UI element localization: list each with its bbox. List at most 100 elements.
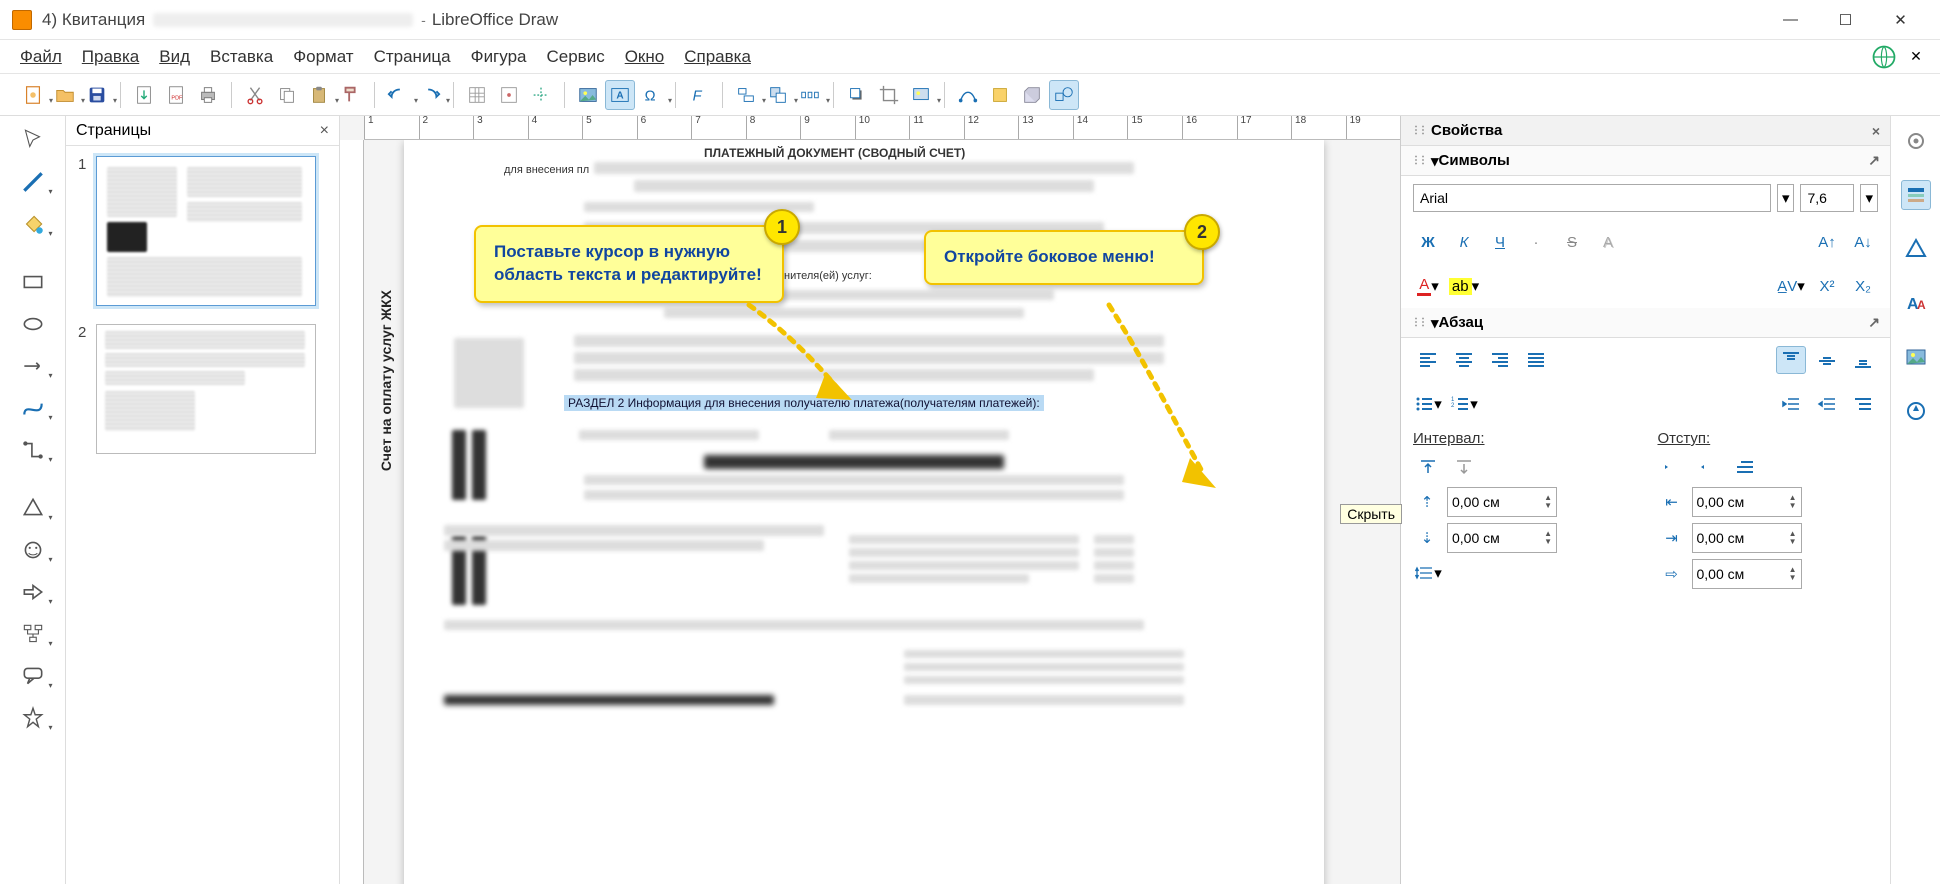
sidebar-gallery-icon[interactable] bbox=[1901, 342, 1931, 372]
underline-button[interactable]: Ч bbox=[1485, 228, 1515, 256]
menu-window[interactable]: Окно bbox=[615, 43, 675, 71]
space-above-dec-button[interactable] bbox=[1449, 453, 1479, 481]
undo-button[interactable]: ▾ bbox=[383, 80, 413, 110]
valign-bottom-button[interactable] bbox=[1848, 346, 1878, 374]
menu-help[interactable]: Справка bbox=[674, 43, 761, 71]
sidebar-shapes-icon[interactable] bbox=[1901, 234, 1931, 264]
bullet-list-button[interactable]: ▾ bbox=[1413, 390, 1443, 418]
indent-inc-button[interactable] bbox=[1658, 453, 1688, 481]
new-button[interactable]: ▾ bbox=[18, 80, 48, 110]
page-thumb-1[interactable]: 1 bbox=[78, 156, 327, 306]
maximize-button[interactable]: ☐ bbox=[1818, 2, 1873, 38]
snap-button[interactable] bbox=[494, 80, 524, 110]
space-above-inc-button[interactable] bbox=[1413, 453, 1443, 481]
paste-button[interactable]: ▾ bbox=[304, 80, 334, 110]
crop-button[interactable] bbox=[874, 80, 904, 110]
filter-button[interactable]: ▾ bbox=[906, 80, 936, 110]
close-button[interactable]: ✕ bbox=[1873, 2, 1928, 38]
chars-more-icon[interactable]: ↗ bbox=[1868, 152, 1880, 169]
callout-tool[interactable]: ▾ bbox=[13, 660, 53, 692]
export-button[interactable] bbox=[129, 80, 159, 110]
align-right-button[interactable] bbox=[1485, 346, 1515, 374]
sidebar-styles-icon[interactable]: AA bbox=[1901, 288, 1931, 318]
shrink-font-button[interactable]: A↓ bbox=[1848, 228, 1878, 256]
gluepoints-button[interactable] bbox=[985, 80, 1015, 110]
chars-header[interactable]: ⋮⋮ ▾ Символы ↗ bbox=[1401, 146, 1890, 176]
curve-tool[interactable]: ▾ bbox=[13, 392, 53, 424]
bold-button[interactable]: Ж bbox=[1413, 228, 1443, 256]
line-spacing-button[interactable]: ▾ bbox=[1413, 559, 1443, 587]
close-doc-icon[interactable]: ✕ bbox=[1902, 43, 1930, 71]
space-above-input[interactable]: 0,00 см▲▼ bbox=[1447, 487, 1557, 517]
arrange-button[interactable]: ▾ bbox=[763, 80, 793, 110]
basic-shapes-tool[interactable]: ▾ bbox=[13, 492, 53, 524]
copy-button[interactable] bbox=[272, 80, 302, 110]
para-more-icon[interactable]: ↗ bbox=[1868, 314, 1880, 331]
grow-font-button[interactable]: A↑ bbox=[1812, 228, 1842, 256]
export-pdf-button[interactable]: PDF bbox=[161, 80, 191, 110]
valign-top-button[interactable] bbox=[1776, 346, 1806, 374]
open-button[interactable]: ▾ bbox=[50, 80, 80, 110]
stars-tool[interactable]: ▾ bbox=[13, 702, 53, 734]
font-size-dropdown-icon[interactable]: ▾ bbox=[1860, 184, 1878, 212]
properties-close-icon[interactable]: × bbox=[1872, 123, 1880, 139]
menu-tools[interactable]: Сервис bbox=[536, 43, 614, 71]
textbox-button[interactable]: A bbox=[605, 80, 635, 110]
flowchart-tool[interactable]: ▾ bbox=[13, 618, 53, 650]
menu-format[interactable]: Формат bbox=[283, 43, 363, 71]
char-shadow-button[interactable]: A bbox=[1593, 228, 1623, 256]
sidebar-settings-icon[interactable] bbox=[1901, 126, 1931, 156]
grid-button[interactable] bbox=[462, 80, 492, 110]
strike-button[interactable]: S bbox=[1557, 228, 1587, 256]
align-objects-button[interactable]: ▾ bbox=[731, 80, 761, 110]
symbol-shapes-tool[interactable]: ▾ bbox=[13, 534, 53, 566]
indent-dec-button[interactable] bbox=[1694, 453, 1724, 481]
rectangle-tool[interactable] bbox=[13, 266, 53, 298]
shadow-button[interactable] bbox=[842, 80, 872, 110]
hanging-indent-button[interactable] bbox=[1848, 390, 1878, 418]
font-name-dropdown-icon[interactable]: ▾ bbox=[1777, 184, 1795, 212]
menu-edit[interactable]: Правка bbox=[72, 43, 149, 71]
edit-points-button[interactable] bbox=[953, 80, 983, 110]
highlight-button[interactable]: ab ▾ bbox=[1449, 272, 1479, 300]
spacing-button[interactable]: A̲V ▾ bbox=[1776, 272, 1806, 300]
indent-after-input[interactable]: 0,00 см▲▼ bbox=[1692, 523, 1802, 553]
fontwork-button[interactable]: F bbox=[684, 80, 714, 110]
line-arrow-tool[interactable]: ▾ bbox=[13, 350, 53, 382]
menu-shape[interactable]: Фигура bbox=[461, 43, 537, 71]
line-color-tool[interactable]: ▾ bbox=[13, 166, 53, 198]
clone-format-button[interactable] bbox=[336, 80, 366, 110]
ruler-horizontal[interactable]: 12345678910111213141516171819 bbox=[364, 116, 1400, 140]
cut-button[interactable] bbox=[240, 80, 270, 110]
section-2-highlight[interactable]: РАЗДЕЛ 2 Информация для внесения получат… bbox=[564, 395, 1044, 411]
connector-tool[interactable]: ▾ bbox=[13, 434, 53, 466]
font-name-input[interactable] bbox=[1413, 184, 1771, 212]
menu-view[interactable]: Вид bbox=[149, 43, 200, 71]
indent-first-button[interactable] bbox=[1730, 453, 1760, 481]
para-header[interactable]: ⋮⋮ ▾ Абзац ↗ bbox=[1401, 308, 1890, 338]
italic-button[interactable]: К bbox=[1449, 228, 1479, 256]
draw-functions-button[interactable] bbox=[1049, 80, 1079, 110]
save-button[interactable]: ▾ bbox=[82, 80, 112, 110]
block-arrows-tool[interactable]: ▾ bbox=[13, 576, 53, 608]
number-list-button[interactable]: 12 ▾ bbox=[1449, 390, 1479, 418]
sidebar-navigator-icon[interactable] bbox=[1901, 396, 1931, 426]
align-left-button[interactable] bbox=[1413, 346, 1443, 374]
space-below-input[interactable]: 0,00 см▲▼ bbox=[1447, 523, 1557, 553]
select-tool[interactable] bbox=[13, 124, 53, 156]
align-justify-button[interactable] bbox=[1521, 346, 1551, 374]
fill-color-tool[interactable]: ▾ bbox=[13, 208, 53, 240]
distribute-button[interactable]: ▾ bbox=[795, 80, 825, 110]
indent-firstline-input[interactable]: 0,00 см▲▼ bbox=[1692, 559, 1802, 589]
redo-button[interactable]: ▾ bbox=[415, 80, 445, 110]
valign-mid-button[interactable] bbox=[1812, 346, 1842, 374]
decrease-indent-button[interactable] bbox=[1812, 390, 1842, 418]
page-thumb-2[interactable]: 2 bbox=[78, 324, 327, 454]
ellipse-tool[interactable] bbox=[13, 308, 53, 340]
language-icon[interactable] bbox=[1870, 43, 1898, 71]
font-size-input[interactable] bbox=[1800, 184, 1854, 212]
menu-file[interactable]: Файл bbox=[10, 43, 72, 71]
print-button[interactable] bbox=[193, 80, 223, 110]
special-char-button[interactable]: Ω▾ bbox=[637, 80, 667, 110]
subscript-button[interactable]: X₂ bbox=[1848, 272, 1878, 300]
